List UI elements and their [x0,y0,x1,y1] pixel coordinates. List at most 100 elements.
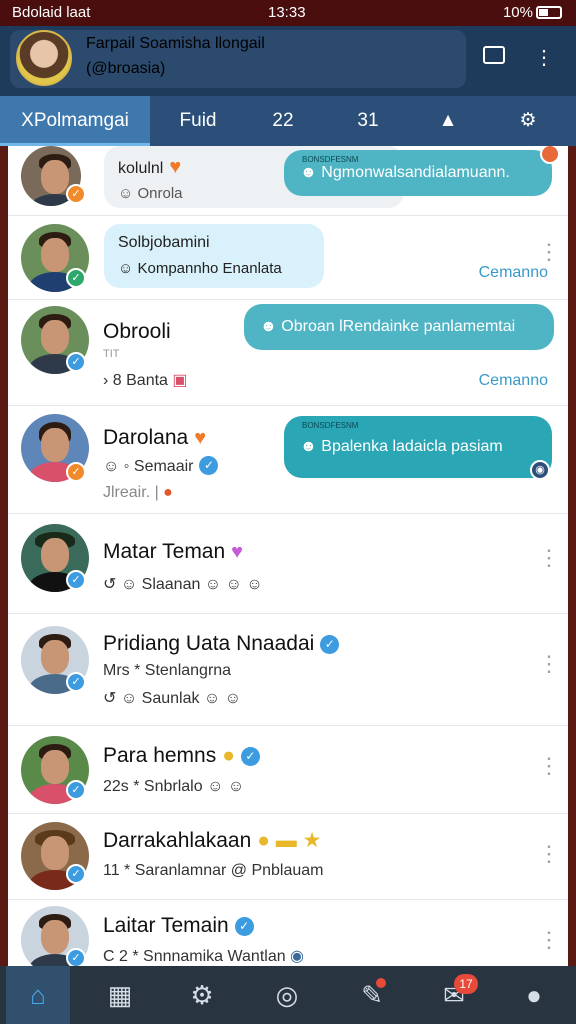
more-vertical-icon[interactable]: ⋮ [538,843,560,865]
messages-badge: 17 [454,974,478,994]
carrier-label: Bdolaid laat [12,4,91,21]
status-badge: ✓ [66,268,86,288]
star-icon: ● ▬ ★ [257,829,322,852]
nav-map[interactable]: ▦ [88,966,152,1024]
heart-icon: ♥ [194,427,207,449]
message-text: Obroan lRendainke panlamemtai [281,318,516,335]
chat-subtitle: Kompannho Enanlata [137,260,282,277]
smile-icon: ☺ [118,185,138,202]
more-menu-button[interactable]: ⋮ [530,44,558,72]
tab-bar: XPolmamgai Fuid 22 31 ▲ ⚙ [0,96,576,146]
more-vertical-icon[interactable]: ⋮ [538,547,560,569]
more-vertical-icon[interactable]: ⋮ [538,653,560,675]
chat-row[interactable]: ✓ kolulnl ♥ ☺ Onrola BONSDFESNM ☻ Ngmonwa… [8,146,568,216]
nav-settings[interactable]: ⚙ [170,966,234,1024]
message-bubble[interactable]: Solbjobamini ☺ Kompannho Enanlata [104,224,324,288]
gear-icon: ⚙ [519,110,537,131]
status-bar: Bdolaid laat 13:33 10% [0,0,576,26]
emoji-icon: ☺ ☺ ☺ [200,576,263,593]
heart-icon: ♥ [169,156,182,178]
tab-fuid[interactable]: Fuid [158,96,238,146]
message-tag: BONSDFESNM [302,421,359,430]
contact-name: Pridiang Uata Nnaadai ✓ [103,632,340,656]
message-bubble[interactable]: BONSDFESNM ☻ Bpalenka ladaicla pasiam [284,416,552,478]
more-vertical-icon[interactable]: ⋮ [538,755,560,777]
chat-row[interactable]: ✓ Para hemns ● ✓ 22s * Snbrlalo ☺ ☺ ⋮ [8,726,568,814]
chat-row[interactable]: ✓ Solbjobamini ☺ Kompannho Enanlata ⋮ Ce… [8,216,568,300]
contact-name: Obrooli [103,320,171,343]
chat-preview: TIT [103,348,120,360]
more-vertical-icon[interactable]: ⋮ [538,241,560,263]
chat-row[interactable]: ✓ Pridiang Uata Nnaadai ✓ Mrs * Stenlangr… [8,614,568,726]
nav-messages[interactable]: ✉ 17 [422,966,486,1024]
verified-badge: ✓ [66,864,86,884]
verified-icon: ✓ [240,747,260,766]
chat-row[interactable]: ✓ Darrakahlakaan ● ▬ ★ 11 * Saranlamnar @… [8,814,568,900]
bottom-nav: ⌂ ▦ ⚙ ◎ ✎ ✉ 17 ● [0,966,576,1024]
chat-subtitle: ↺ ☺ Slaanan ☺ ☺ ☺ [103,576,263,593]
chat-subtitle: C 2 * Snnnamika Wantlan ◉ [103,948,305,965]
bubble-title: Solbjobamini [118,234,210,251]
tab-main[interactable]: XPolmamgai [0,96,150,146]
message-text: Bpalenka ladaicla pasiam [321,438,503,455]
reply-icon: ↺ ☺ [103,576,142,593]
notification-dot [540,146,560,164]
clock: 13:33 [268,4,306,21]
message-bubble[interactable]: ☻ Obroan lRendainke panlamemtai [244,304,554,350]
contact-name: Darrakahlakaan ● ▬ ★ [103,829,322,852]
chat-row[interactable]: ✓ Matar Teman ♥ ↺ ☺ Slaanan ☺ ☺ ☺ ⋮ [8,514,568,614]
chat-subtitle: › 8 Banta ▣ [103,372,188,389]
contact-name: Laitar Temain ✓ [103,914,254,938]
status-badge: ✓ [66,462,86,482]
tab-31[interactable]: 31 [330,96,406,146]
contact-name: Matar Teman ♥ [103,540,244,563]
chat-meta[interactable]: Cemanno [479,372,548,390]
home-icon: ⌂ [30,980,46,1010]
chat-subtitle: Jlreair. | ● [103,484,173,501]
more-vertical-icon[interactable]: ⋮ [538,929,560,951]
nav-camera[interactable]: ◎ [255,966,319,1024]
chat-list[interactable]: ✓ kolulnl ♥ ☺ Onrola BONSDFESNM ☻ Ngmonwa… [8,146,568,966]
nav-profile[interactable]: ● [502,966,566,1024]
verified-badge: ✓ [66,672,86,692]
emoji-icon: ☺ ☺ [199,690,242,707]
profile-name: Farpail Soamisha llongail [86,35,265,52]
nav-home[interactable]: ⌂ [6,966,70,1024]
chat-preview: ☺ ◦ Semaair ✓ [103,456,219,476]
more-vertical-icon: ⋮ [534,47,554,69]
verified-icon: ✓ [199,456,219,475]
sticker-icon: ▣ [167,372,188,389]
emoji-icon: ☻ [300,438,322,455]
tab-settings[interactable]: ⚙ [496,96,560,146]
tab-contacts[interactable]: ▲ [420,96,476,146]
notification-dot [376,978,386,988]
chat-subtitle: 22s * Snbrlalo ☺ ☺ [103,778,245,795]
message-text: Ngmonwalsandialamuann. [321,164,510,181]
chat-subtitle: Onrola [137,185,183,202]
verified-badge: ✓ [66,570,86,590]
verified-icon: ✓ [320,635,340,654]
map-icon: ▦ [107,980,133,1010]
emoji-icon: ● [222,744,235,767]
compose-button[interactable] [480,44,508,72]
battery-indicator: 10% [503,4,562,21]
chat-row[interactable]: ✓ Darolana ♥ ☺ ◦ Semaair ✓ Jlreair. | ● BO… [8,406,568,514]
verified-badge: ✓ [66,948,86,966]
profile-avatar[interactable] [16,30,72,86]
tab-22[interactable]: 22 [248,96,318,146]
settings-icon: ⚙ [190,980,214,1010]
battery-percent: 10% [502,4,533,21]
message-bubble[interactable]: BONSDFESNM ☻ Ngmonwalsandialamuann. [284,150,552,196]
chat-row[interactable]: ✓ Obrooli TIT › 8 Banta ▣ ☻ Obroan lRend… [8,300,568,406]
person-icon: ▲ [438,110,458,131]
chat-row[interactable]: ✓ Laitar Temain ✓ C 2 * Snnnamika Wantlan… [8,900,568,966]
emoji-icon: ☺ ◦ [103,458,134,475]
chat-subtitle: ↺ ☺ Saunlak ☺ ☺ [103,690,242,707]
chat-subtitle: 11 * Saranlamnar @ Pnblauam [103,862,324,879]
camera-icon: ◎ [275,980,299,1010]
pin-icon: ● [158,484,173,501]
emoji-icon: ☺ [118,260,138,277]
contact-name: kolulnl [118,160,164,177]
nav-pin[interactable]: ✎ [340,966,404,1024]
chat-meta[interactable]: Cemanno [479,264,548,282]
